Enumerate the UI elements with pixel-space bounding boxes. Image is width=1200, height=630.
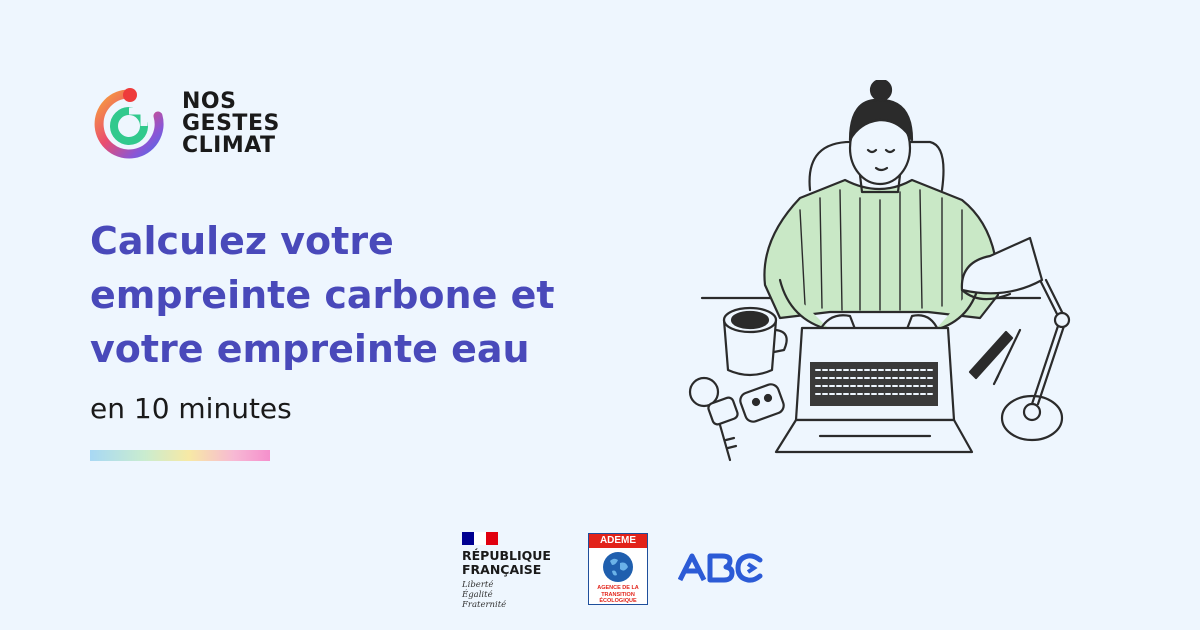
- brand: NOS GESTES CLIMAT: [92, 86, 280, 162]
- headline-line3: votre empreinte eau: [90, 327, 530, 371]
- nos-gestes-climat-logo-icon: [94, 88, 164, 159]
- brand-name-line3: CLIMAT: [182, 133, 276, 158]
- headline-line1: Calculez votre: [90, 219, 394, 263]
- abc-logo-icon: [678, 553, 763, 583]
- ademe-sub-line3: ÉCOLOGIQUE: [599, 598, 637, 604]
- motto-liberte: Liberté: [462, 580, 494, 590]
- brand-name-line2: GESTES: [182, 111, 280, 136]
- republique-francaise-logo: RÉPUBLIQUE FRANÇAISE Liberté Égalité Fra…: [462, 532, 562, 610]
- globe-icon: [603, 552, 633, 582]
- ademe-sub-line1: AGENCE DE LA: [597, 585, 639, 591]
- republique-name: RÉPUBLIQUE FRANÇAISE: [462, 549, 562, 577]
- republique-line2: FRANÇAISE: [462, 562, 542, 577]
- republique-line1: RÉPUBLIQUE: [462, 548, 551, 563]
- rainbow-divider: [90, 450, 270, 461]
- partner-logos: RÉPUBLIQUE FRANÇAISE Liberté Égalité Fra…: [462, 532, 764, 610]
- headline: Calculez votre empreinte carbone et votr…: [90, 214, 630, 376]
- motto-fraternite: Fraternité: [462, 600, 507, 610]
- ademe-logo: ADEME AGENCE DE LA TRANSITION ÉCOLOGIQUE: [588, 533, 648, 605]
- brand-name-line1: NOS: [182, 89, 237, 114]
- woman-typing-laptop-illustration-icon: [688, 80, 1071, 462]
- republique-motto: Liberté Égalité Fraternité: [462, 580, 562, 610]
- ademe-subtitle: AGENCE DE LA TRANSITION ÉCOLOGIQUE: [589, 585, 647, 605]
- french-flag-icon: [462, 532, 498, 545]
- ademe-name: ADEME: [589, 534, 647, 548]
- headline-line2: empreinte carbone et: [90, 273, 555, 317]
- brand-name: NOS GESTES CLIMAT: [182, 91, 280, 157]
- subline: en 10 minutes: [90, 392, 292, 425]
- motto-egalite: Égalité: [462, 590, 493, 600]
